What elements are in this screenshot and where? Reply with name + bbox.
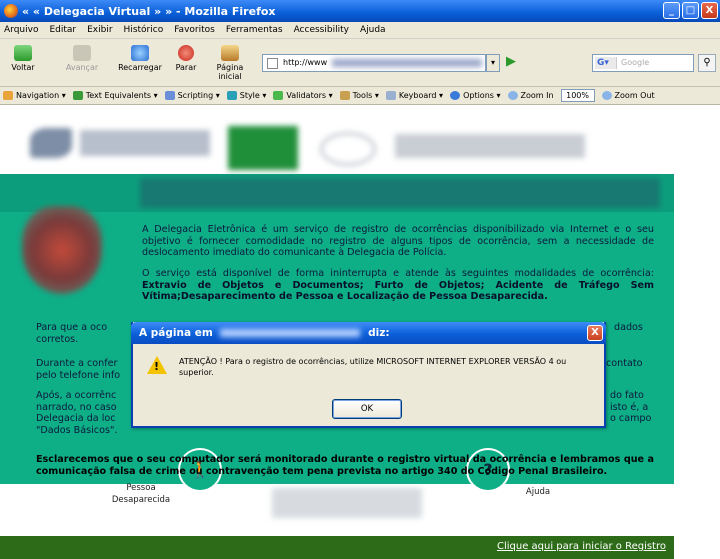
reload-button[interactable]: Recarregar xyxy=(116,45,164,72)
menu-exibir[interactable]: Exibir xyxy=(87,25,112,35)
firefox-logo-icon xyxy=(4,4,18,18)
devbar-keyboard[interactable]: Keyboard ▾ xyxy=(385,91,443,100)
logo-left-blurred xyxy=(30,128,72,158)
devbar-text-equivalents[interactable]: Text Equivalents ▾ xyxy=(72,91,158,100)
go-arrow-icon[interactable]: ▶ xyxy=(503,54,519,72)
left-text-3: Após, a ocorrênc narrado, no caso Delegaci… xyxy=(36,390,118,436)
stop-label: Parar xyxy=(175,63,197,72)
menu-ferramentas[interactable]: Ferramentas xyxy=(226,25,283,35)
home-button[interactable]: Página inicial xyxy=(204,45,256,81)
window-titlebar[interactable]: « « Delegacia Virtual » » - Mozilla Fire… xyxy=(0,0,720,22)
devbar-navigation[interactable]: Navigation ▾ xyxy=(3,91,66,100)
police-badge-blurred xyxy=(22,206,102,294)
window-title: « « Delegacia Virtual » » - Mozilla Fire… xyxy=(22,4,276,18)
url-dropdown-button[interactable]: ▾ xyxy=(486,54,500,72)
zoom-out-button[interactable]: Zoom Out xyxy=(601,91,655,100)
home-label: Página inicial xyxy=(216,63,244,81)
menu-arquivo[interactable]: Arquivo xyxy=(4,25,38,35)
seal-blurred xyxy=(320,132,376,166)
home-icon xyxy=(221,45,239,61)
devbar-options[interactable]: Options ▾ xyxy=(450,91,501,100)
devbar-validators[interactable]: Validators ▾ xyxy=(273,91,333,100)
header-text-blurred xyxy=(80,130,210,156)
window-close-button[interactable]: X xyxy=(701,2,718,19)
devbar-tools[interactable]: Tools ▾ xyxy=(339,91,379,100)
intro-paragraph: A Delegacia Eletrônica é um serviço de r… xyxy=(142,224,654,258)
back-label: Voltar xyxy=(11,63,35,72)
scripting-icon xyxy=(164,91,175,100)
header-right-blurred xyxy=(395,134,585,158)
right-text-2: contato xyxy=(606,358,643,369)
zoom-out-icon xyxy=(601,91,612,100)
stop-icon xyxy=(178,45,194,61)
search-input[interactable]: G▾ Google xyxy=(592,54,694,72)
start-registration-link[interactable]: Clique aqui para iniciar o Registro xyxy=(497,541,666,552)
navigation-icon xyxy=(3,91,13,100)
google-engine-icon[interactable]: G▾ xyxy=(595,57,617,69)
options-icon xyxy=(450,91,461,100)
dialog-close-button[interactable]: X xyxy=(587,325,603,341)
url-text: http://www xyxy=(283,58,328,67)
validators-checkmark-icon xyxy=(273,91,284,100)
footer-bar: Clique aqui para iniciar o Registro xyxy=(0,536,674,559)
keyboard-icon xyxy=(385,91,396,100)
dialog-title-suffix: diz: xyxy=(368,327,390,339)
services-paragraph: O serviço está disponível de forma inint… xyxy=(142,268,654,302)
navigation-toolbar: Voltar Avançar Recarregar Parar Página i… xyxy=(0,39,720,87)
help-link[interactable]: Ajuda xyxy=(518,487,558,499)
menu-bar: Arquivo Editar Exibir Histórico Favorito… xyxy=(0,22,720,39)
accessibility-toolbar: Navigation ▾ Text Equivalents ▾ Scriptin… xyxy=(0,87,720,105)
url-blurred xyxy=(331,58,482,67)
forward-arrow-icon xyxy=(73,45,91,61)
url-input[interactable]: http://www xyxy=(262,54,486,72)
stop-button[interactable]: Parar xyxy=(172,45,200,72)
zoom-level-field[interactable]: 100% xyxy=(560,89,595,102)
menu-favoritos[interactable]: Favoritos xyxy=(174,25,215,35)
right-text-1: dados xyxy=(614,322,643,333)
forward-label: Avançar xyxy=(65,63,99,72)
dialog-title-prefix: A página em xyxy=(139,327,213,339)
right-text-3: do fato isto é, ao campo xyxy=(610,390,652,424)
menu-editar[interactable]: Editar xyxy=(49,25,76,35)
zoom-in-button[interactable]: Zoom In xyxy=(507,91,554,100)
minimize-button[interactable]: _ xyxy=(663,2,680,19)
forward-button[interactable]: Avançar xyxy=(62,45,102,72)
search-placeholder: Google xyxy=(621,58,650,67)
menu-ajuda[interactable]: Ajuda xyxy=(360,25,386,35)
menu-historico[interactable]: Histórico xyxy=(124,25,164,35)
reload-label: Recarregar xyxy=(118,63,162,72)
back-arrow-icon xyxy=(14,45,32,61)
dialog-titlebar[interactable]: A página em diz: X xyxy=(131,322,606,344)
warning-exclamation: ! xyxy=(154,360,160,373)
bottom-text-blurred xyxy=(272,488,422,518)
text-equivalents-icon xyxy=(72,91,83,100)
devbar-scripting[interactable]: Scripting ▾ xyxy=(164,91,220,100)
dialog-message: ATENÇÃO ! Para o registro de ocorrências… xyxy=(179,357,567,377)
flag-logo-blurred xyxy=(228,126,298,170)
devbar-style[interactable]: Style ▾ xyxy=(226,91,266,100)
left-text-2: Durante a confer pelo telefone info xyxy=(36,358,121,381)
zoom-in-icon xyxy=(507,91,518,100)
page-icon xyxy=(267,58,278,69)
ok-button[interactable]: OK xyxy=(332,399,402,419)
menu-accessibility[interactable]: Accessibility xyxy=(294,25,349,35)
tools-icon xyxy=(339,91,350,100)
reload-icon xyxy=(131,45,149,61)
search-icon[interactable]: ⚲ xyxy=(698,54,716,72)
monitoring-warning: Esclarecemos que o seu computador será m… xyxy=(36,454,654,477)
dialog-url-blurred xyxy=(220,329,361,337)
web-page: A Delegacia Eletrônica é um serviço de r… xyxy=(0,106,720,559)
back-button[interactable]: Voltar xyxy=(6,45,40,72)
left-text-1: Para que a oco corretos. xyxy=(36,322,108,345)
maximize-button[interactable]: □ xyxy=(682,2,699,19)
alert-dialog: A página em diz: X ! ATENÇÃO ! Para o re… xyxy=(131,322,606,428)
intro-text-blurred xyxy=(140,178,660,208)
missing-person-link[interactable]: Pessoa Desaparecida xyxy=(106,483,176,506)
style-icon xyxy=(226,91,237,100)
